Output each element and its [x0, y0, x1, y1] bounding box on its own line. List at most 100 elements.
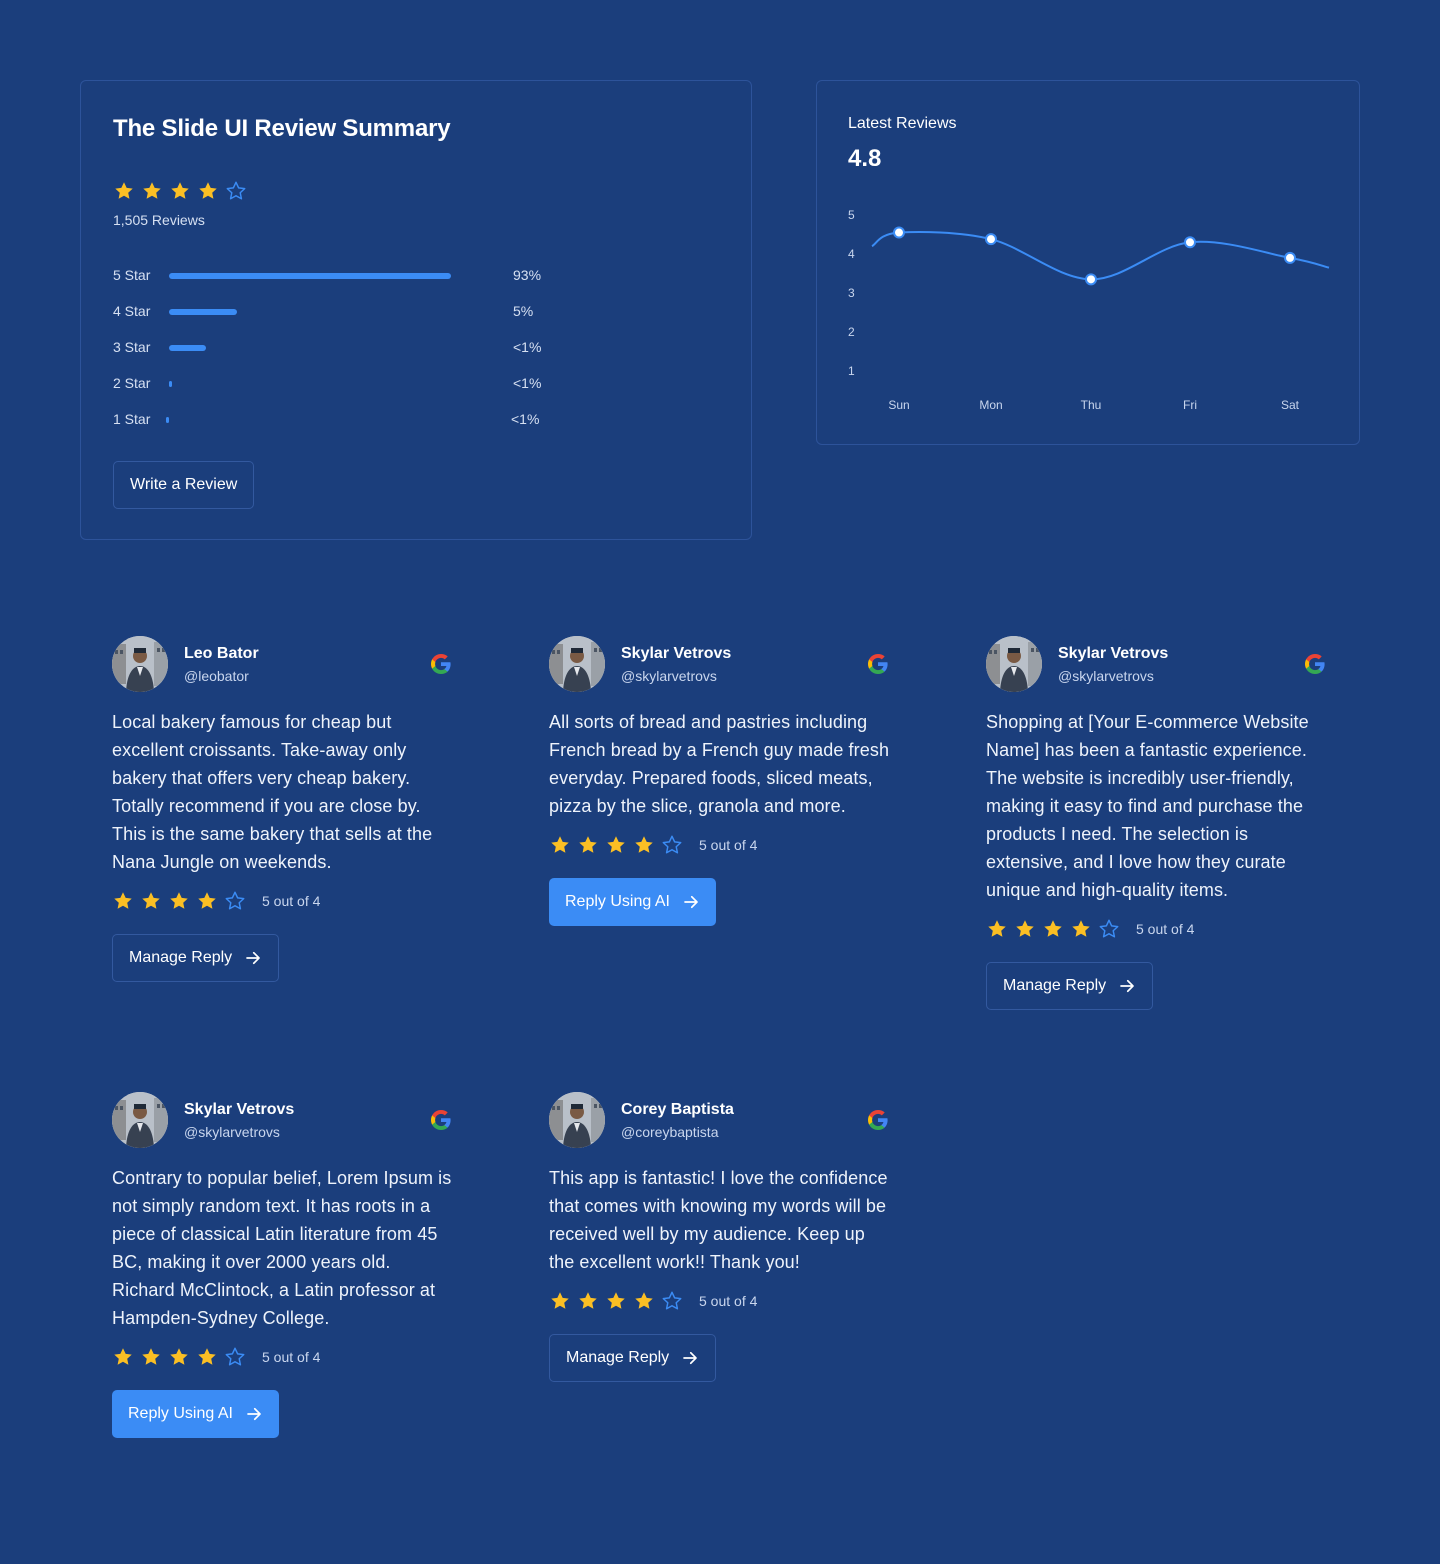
star-filled-icon	[988, 920, 1006, 937]
summary-rating-stars	[113, 180, 247, 202]
rating-bar-fill	[169, 381, 172, 387]
rating-row-percent: 5%	[513, 303, 534, 319]
star-outline-icon	[662, 835, 682, 854]
button-label: Manage Reply	[566, 1349, 670, 1366]
star-outline-icon	[226, 181, 246, 200]
star-filled-icon	[198, 892, 216, 909]
rating-row-percent: 93%	[513, 267, 542, 283]
reviewer-handle: @skylarvetrovs	[621, 668, 717, 684]
data-point	[1085, 273, 1097, 286]
rating-bar-fill	[169, 309, 237, 315]
review-score: 5 out of 4	[699, 837, 758, 853]
write-review-button[interactable]: Write a Review	[113, 461, 255, 509]
rating-row-percent: <1%	[513, 339, 542, 355]
star-filled-icon	[551, 1292, 569, 1309]
rating-bar-track	[166, 417, 448, 423]
y-tick-label: 2	[848, 325, 855, 339]
star-filled-icon	[199, 182, 217, 199]
star-filled-icon	[1016, 920, 1034, 937]
reviewer-name: Skylar Vetrovs	[621, 645, 732, 662]
avatar	[986, 636, 1042, 692]
star-filled-icon	[170, 892, 188, 909]
reply-using-ai-button[interactable]: Reply Using AI	[549, 878, 716, 926]
review-text: Local bakery famous for cheap but excell…	[112, 712, 433, 872]
google-icon	[431, 1110, 451, 1130]
star-filled-icon	[114, 1348, 132, 1365]
star-filled-icon	[170, 1348, 188, 1365]
review-score: 5 out of 4	[262, 1349, 321, 1365]
review-rating: 5 out of 4	[986, 918, 1194, 940]
star-outline-icon	[1099, 919, 1119, 938]
star-filled-icon	[635, 836, 653, 853]
rating-row-percent: <1%	[511, 411, 540, 427]
review-summary-card: The Slide UI Review Summary 1,505 Review…	[80, 80, 752, 540]
arrow-right-icon	[247, 1407, 261, 1421]
button-label: Manage Reply	[129, 949, 233, 966]
star-filled-icon	[607, 1292, 625, 1309]
review-count: 1,505 Reviews	[113, 212, 205, 228]
rating-bar-track	[169, 273, 451, 279]
y-tick-label: 1	[848, 364, 855, 378]
reviewer-handle: @skylarvetrovs	[1058, 668, 1154, 684]
manage-reply-button[interactable]: Manage Reply	[986, 962, 1154, 1010]
review-rating: 5 out of 4	[112, 890, 320, 912]
latest-reviews-chart: 1 2 3 4 5 Sun Mon Thu Fri Sat	[848, 208, 1330, 412]
rating-row-1: 1 Star <1%	[113, 411, 573, 429]
star-filled-icon	[115, 182, 133, 199]
manage-reply-button[interactable]: Manage Reply	[112, 934, 280, 982]
summary-title: The Slide UI Review Summary	[113, 115, 451, 142]
rating-bar-fill	[169, 345, 206, 351]
y-tick-label: 4	[848, 247, 855, 261]
data-point	[1284, 251, 1296, 264]
reviewer-name: Leo Bator	[184, 645, 259, 662]
google-icon	[431, 654, 451, 674]
x-tick-label: Fri	[1183, 398, 1197, 412]
y-tick-label: 5	[848, 208, 855, 222]
review-text: This app is fantastic! I love the confid…	[549, 1168, 888, 1272]
star-filled-icon	[579, 836, 597, 853]
reviewer-handle: @leobator	[184, 668, 249, 684]
series-line	[871, 230, 1330, 281]
manage-reply-button[interactable]: Manage Reply	[549, 1334, 717, 1382]
review-text: Contrary to popular belief, Lorem Ipsum …	[112, 1168, 452, 1328]
x-tick-label: Sat	[1281, 398, 1300, 412]
rating-row-percent: <1%	[513, 375, 542, 391]
star-outline-icon	[225, 1347, 245, 1366]
star-filled-icon	[607, 836, 625, 853]
button-label: Reply Using AI	[128, 1405, 233, 1422]
reply-using-ai-button[interactable]: Reply Using AI	[112, 1390, 279, 1438]
rating-row-label: 2 Star	[113, 375, 151, 391]
star-outline-icon	[662, 1291, 682, 1310]
reviewer-name: Skylar Vetrovs	[1058, 645, 1169, 662]
rating-bar-track	[169, 309, 451, 315]
rating-row-4: 4 Star 5%	[113, 303, 573, 321]
star-outline-icon	[225, 891, 245, 910]
x-tick-label: Mon	[979, 398, 1002, 412]
rating-bar-track	[169, 381, 451, 387]
google-icon	[1305, 654, 1325, 674]
rating-row-label: 4 Star	[113, 303, 151, 319]
arrow-right-icon	[683, 1351, 697, 1365]
star-filled-icon	[142, 1348, 160, 1365]
review-rating: 5 out of 4	[549, 1290, 757, 1312]
latest-reviews-card: Latest Reviews 4.8 1 2 3 4 5 Sun Mon Thu Fri Sat	[816, 80, 1360, 445]
star-filled-icon	[635, 1292, 653, 1309]
y-tick-label: 3	[848, 286, 855, 300]
rating-row-3: 3 Star <1%	[113, 339, 573, 357]
star-filled-icon	[171, 182, 189, 199]
rating-row-2: 2 Star <1%	[113, 375, 573, 393]
avatar	[112, 636, 168, 692]
x-tick-label: Sun	[888, 398, 909, 412]
review-text: Shopping at [Your E-commerce Website Nam…	[986, 712, 1309, 900]
rating-bar-fill	[166, 417, 169, 423]
data-point	[985, 233, 997, 246]
avatar	[112, 1092, 168, 1148]
rating-row-5: 5 Star 93%	[113, 267, 573, 285]
rating-row-label: 5 Star	[113, 267, 151, 283]
review-rating: 5 out of 4	[549, 834, 757, 856]
button-label: Reply Using AI	[565, 893, 670, 910]
arrow-right-icon	[246, 951, 260, 965]
star-filled-icon	[142, 892, 160, 909]
review-text: All sorts of bread and pastries includin…	[549, 712, 890, 816]
data-point	[893, 226, 905, 239]
